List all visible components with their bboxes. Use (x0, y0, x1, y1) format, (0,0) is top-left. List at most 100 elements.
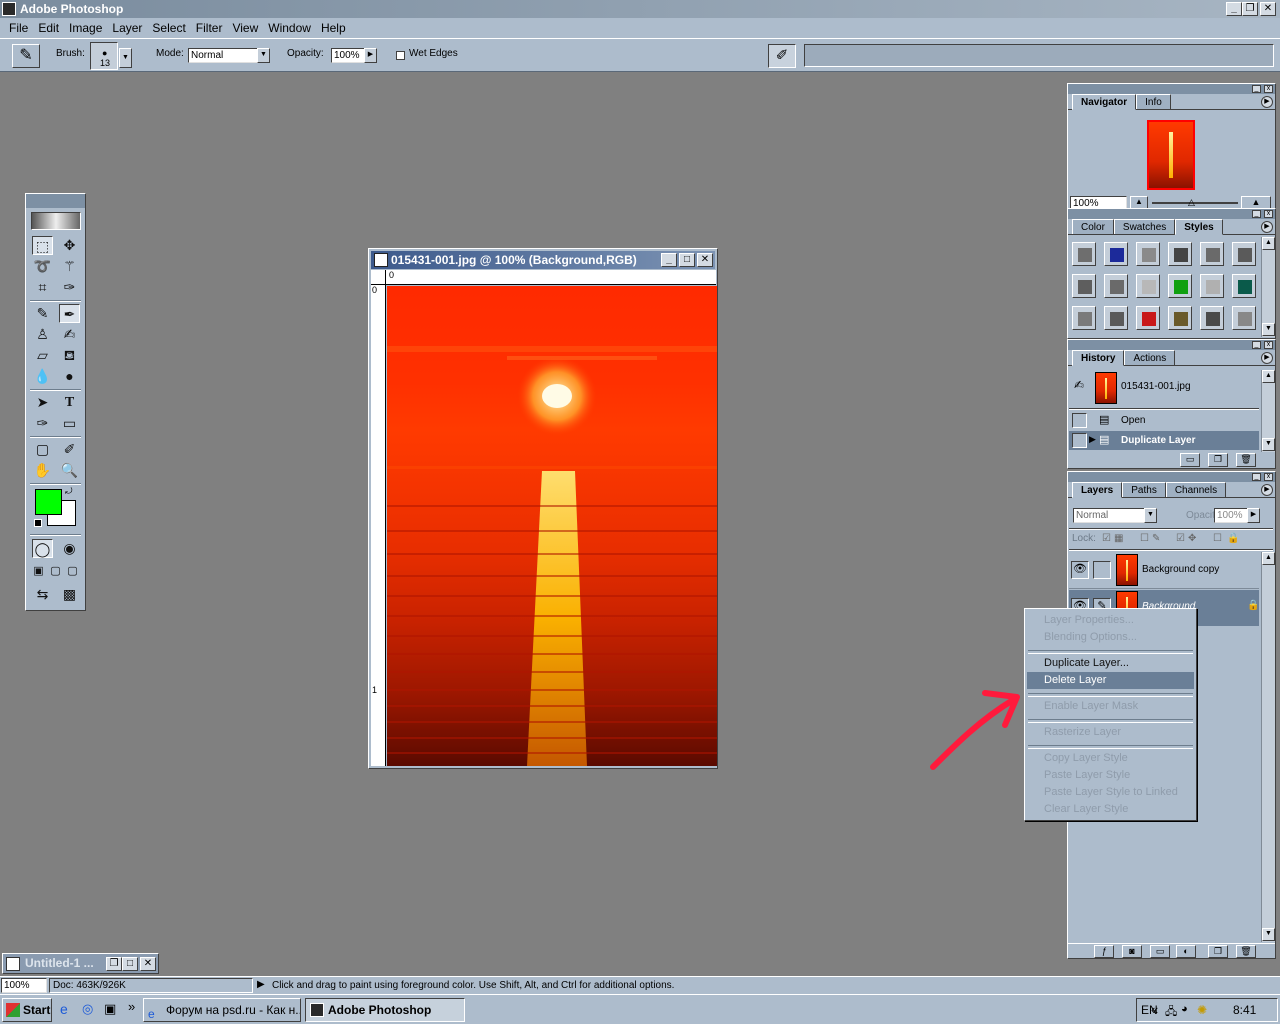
jump-to-imageready-icon[interactable]: ⇆ (32, 585, 53, 604)
navigator-thumbnail[interactable] (1147, 120, 1195, 190)
style-swatch[interactable] (1232, 274, 1256, 298)
full-screen-menu-mode-icon[interactable]: ▢ (47, 562, 64, 581)
styles-minimize-button[interactable]: _ (1252, 210, 1261, 218)
scroll-down-icon[interactable]: ▼ (1262, 438, 1275, 451)
path-selection-tool-icon[interactable]: ➤ (32, 393, 53, 412)
layers-minimize-button[interactable]: _ (1252, 473, 1261, 481)
style-swatch[interactable] (1168, 274, 1192, 298)
outlook-quicklaunch-icon[interactable]: ◎ (82, 1001, 93, 1017)
lock-transparency-icon[interactable]: ☑ (1102, 533, 1111, 544)
tab-paths[interactable]: Paths (1122, 482, 1166, 497)
task-forum-browser[interactable]: e Форум на psd.ru - Как н... (143, 998, 301, 1022)
current-tool-preset-icon[interactable]: ✎ (12, 44, 40, 68)
style-swatch[interactable] (1136, 242, 1160, 266)
mode-dropdown-arrow[interactable]: ▼ (257, 48, 270, 63)
status-doc-size[interactable]: Doc: 463K/926K (49, 978, 253, 993)
tab-info[interactable]: Info (1136, 94, 1171, 109)
history-source-box[interactable] (1072, 433, 1087, 448)
history-item-duplicate-layer[interactable]: ▶ ▤ Duplicate Layer (1069, 431, 1259, 450)
tab-styles[interactable]: Styles (1175, 219, 1223, 235)
eyedropper-tool-icon[interactable]: ✐ (59, 440, 80, 459)
tray-chevron[interactable]: « (1151, 1002, 1158, 1017)
navigator-menu-arrow-icon[interactable]: ▶ (1261, 96, 1273, 108)
history-scrollbar[interactable]: ▲ ▼ (1261, 370, 1275, 452)
mini-restore-button[interactable]: ❐ (106, 957, 122, 971)
rectangle-tool-icon[interactable]: ▭ (59, 414, 80, 433)
tab-history[interactable]: History (1072, 350, 1125, 366)
status-menu-arrow-icon[interactable]: ▶ (257, 979, 265, 990)
ruler-origin[interactable] (371, 270, 386, 285)
menu-select[interactable]: Select (147, 21, 190, 35)
toolbox-title-bar[interactable] (26, 194, 85, 208)
history-brush-tool-icon[interactable]: ✍ (59, 325, 80, 344)
mini-maximize-button[interactable]: □ (122, 957, 138, 971)
brush-tool-icon[interactable]: ✒ (59, 304, 80, 323)
opacity-field[interactable]: 100% (331, 48, 365, 63)
horizontal-ruler[interactable]: 0 (386, 270, 716, 285)
style-swatch[interactable] (1136, 274, 1160, 298)
tab-actions[interactable]: Actions (1124, 350, 1176, 365)
healing-brush-tool-icon[interactable]: ✎ (32, 304, 53, 323)
start-button[interactable]: Start (2, 998, 52, 1022)
desktop-quicklaunch-icon[interactable]: ▣ (104, 1001, 116, 1017)
style-swatch[interactable] (1168, 242, 1192, 266)
history-snapshot-row[interactable]: ✍ 015431-001.jpg (1069, 370, 1259, 406)
layer-row[interactable]: 👁 Background copy (1069, 552, 1259, 589)
style-swatch[interactable] (1232, 242, 1256, 266)
add-mask-icon[interactable]: ◙ (1122, 945, 1142, 958)
pen-tool-icon[interactable]: ✑ (32, 414, 53, 433)
lock-all-checkbox[interactable]: ☐ (1213, 533, 1222, 544)
delete-layer-icon[interactable]: 🗑 (1236, 945, 1256, 958)
navigator-title-bar[interactable]: _ x (1068, 84, 1275, 94)
antivirus-tray-icon[interactable]: ✺ (1197, 1003, 1207, 1017)
full-screen-mode-icon[interactable]: ▢ (64, 562, 81, 581)
adobe-online-logo[interactable] (31, 212, 81, 230)
magic-wand-tool-icon[interactable]: ⚚ (59, 257, 80, 276)
doc-minimize-button[interactable]: _ (661, 253, 677, 267)
brush-picker[interactable]: ● 13 (90, 42, 118, 70)
menu-filter[interactable]: Filter (191, 21, 228, 35)
history-brush-source-icon[interactable]: ✍ (1074, 378, 1084, 392)
delete-state-icon[interactable]: 🗑 (1236, 453, 1256, 467)
scroll-down-icon[interactable]: ▼ (1262, 323, 1275, 336)
wet-edges-checkbox[interactable] (396, 51, 405, 60)
layers-close-button[interactable]: x (1264, 473, 1273, 481)
style-swatch[interactable] (1072, 306, 1096, 330)
sunset-image-canvas[interactable] (387, 286, 717, 766)
slice-tool-icon[interactable]: ✑ (59, 278, 80, 297)
document-title-bar[interactable]: 015431-001.jpg @ 100% (Background,RGB) _… (371, 251, 715, 269)
style-swatch[interactable] (1104, 306, 1128, 330)
airbrush-toggle-icon[interactable]: ✐ (768, 44, 796, 68)
navigator-slider-thumb[interactable]: △ (1188, 197, 1195, 208)
history-minimize-button[interactable]: _ (1252, 341, 1261, 349)
blur-tool-icon[interactable]: 💧 (32, 367, 53, 386)
move-tool-icon[interactable]: ✥ (59, 236, 80, 255)
style-swatch[interactable] (1136, 306, 1160, 330)
eraser-tool-icon[interactable]: ▱ (32, 346, 53, 365)
styles-menu-arrow-icon[interactable]: ▶ (1261, 221, 1273, 233)
menu-view[interactable]: View (227, 21, 263, 35)
new-layer-icon[interactable]: ❐ (1208, 945, 1228, 958)
style-swatch[interactable] (1232, 306, 1256, 330)
menu-window[interactable]: Window (263, 21, 316, 35)
palette-well[interactable] (804, 44, 1274, 67)
ie-quicklaunch-icon[interactable]: e (60, 1001, 68, 1017)
photoshop-app-icon[interactable] (2, 2, 16, 16)
hand-tool-icon[interactable]: ✋ (32, 461, 53, 480)
style-swatch[interactable] (1104, 274, 1128, 298)
brush-dropdown-arrow[interactable]: ▼ (119, 48, 132, 68)
marquee-tool-icon[interactable]: ⬚ (32, 236, 53, 255)
minimized-document-window[interactable]: Untitled-1 ... ❐ □ ✕ (2, 953, 159, 974)
lock-position-checkbox[interactable]: ☑ (1176, 533, 1185, 544)
document-icon[interactable] (374, 253, 388, 267)
close-button[interactable]: ✕ (1260, 2, 1276, 16)
layers-scrollbar[interactable]: ▲ ▼ (1261, 552, 1275, 942)
scroll-up-icon[interactable]: ▲ (1262, 552, 1275, 565)
style-swatch[interactable] (1200, 306, 1224, 330)
paint-bucket-tool-icon[interactable]: ⛾ (59, 346, 80, 365)
history-state-slider-icon[interactable]: ▶ (1089, 434, 1096, 445)
quicklaunch-chevron[interactable]: » (128, 999, 135, 1014)
layers-opacity-field[interactable]: 100% (1214, 508, 1248, 523)
styles-close-button[interactable]: x (1264, 210, 1273, 218)
opacity-slider-arrow[interactable]: ▶ (364, 48, 377, 63)
